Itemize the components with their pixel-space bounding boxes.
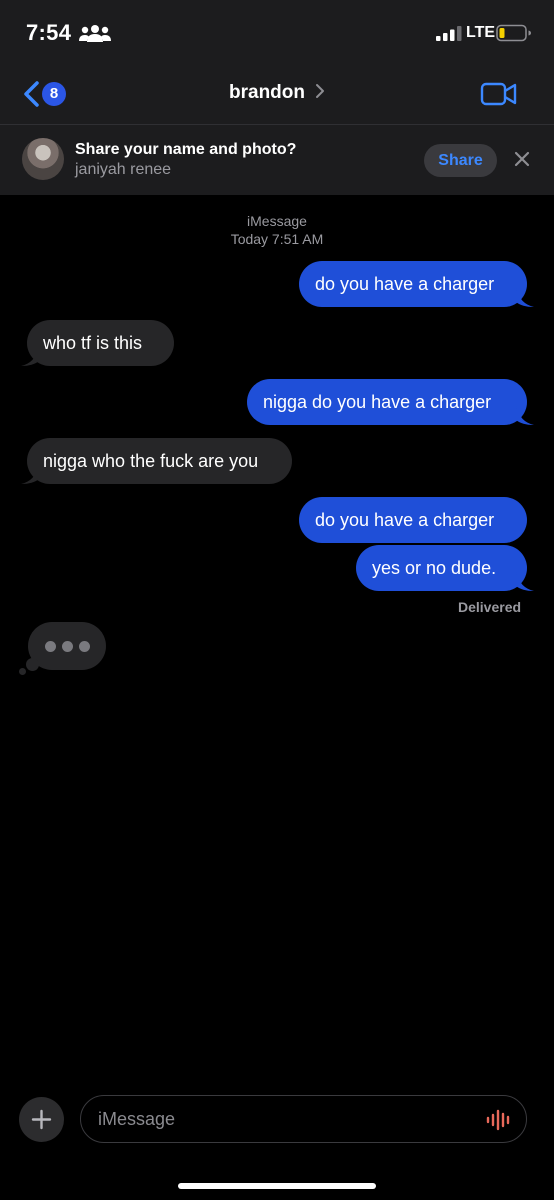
message-input-placeholder: iMessage	[98, 1109, 176, 1129]
apps-plus-button[interactable]	[19, 1097, 64, 1142]
facetime-video-icon[interactable]	[480, 82, 518, 106]
close-icon[interactable]	[514, 151, 530, 167]
delivery-status: Delivered	[458, 599, 522, 615]
bubble-tail	[21, 465, 39, 484]
message-input[interactable]: iMessage	[80, 1095, 527, 1143]
message-timestamp: Today 7:51 AM	[230, 231, 324, 247]
typing-indicator	[28, 622, 106, 670]
status-bar: 7:54 LTE	[0, 0, 554, 62]
banner-subtitle: janiyah renee	[75, 161, 172, 178]
network-type: LTE	[466, 24, 496, 41]
plus-icon	[31, 1109, 52, 1130]
top-chrome: 7:54 LTE 8 brandon Share your name and p…	[0, 0, 554, 195]
incoming-message-bubble[interactable]: nigga who the fuck are you	[27, 438, 292, 484]
home-indicator	[178, 1183, 376, 1189]
share-name-photo-banner: Share your name and photo? janiyah renee…	[0, 124, 554, 196]
contact-header[interactable]: brandon	[0, 82, 554, 104]
service-label: iMessage	[247, 213, 307, 229]
outgoing-message-bubble[interactable]: do you have a charger	[299, 497, 527, 543]
outgoing-message-bubble[interactable]: do you have a charger	[299, 261, 527, 307]
share-button[interactable]: Share	[424, 144, 497, 177]
status-time: 7:54	[26, 20, 72, 45]
outgoing-message-bubble[interactable]: yes or no dude.	[356, 545, 527, 591]
bubble-tail	[516, 406, 534, 425]
typing-indicator-tail	[19, 668, 26, 675]
banner-title: Share your name and photo?	[75, 141, 297, 158]
contact-name: brandon	[229, 82, 305, 103]
typing-indicator-tail	[26, 658, 39, 671]
incoming-message-bubble[interactable]: who tf is this	[27, 320, 174, 366]
bubble-tail	[516, 288, 534, 307]
typing-dot	[79, 641, 90, 652]
avatar	[22, 138, 64, 180]
audio-waveform-icon[interactable]	[486, 1109, 512, 1131]
cellular-signal-icon	[436, 26, 462, 41]
bubble-tail	[21, 347, 39, 366]
bubble-tail	[516, 572, 534, 591]
chevron-right-icon	[316, 84, 324, 98]
typing-dot	[62, 641, 73, 652]
shareplay-people-icon	[79, 25, 111, 42]
outgoing-message-bubble[interactable]: nigga do you have a charger	[247, 379, 527, 425]
conversation-nav-bar: 8 brandon	[0, 62, 554, 124]
typing-dot	[45, 641, 56, 652]
battery-low-icon	[496, 24, 531, 42]
